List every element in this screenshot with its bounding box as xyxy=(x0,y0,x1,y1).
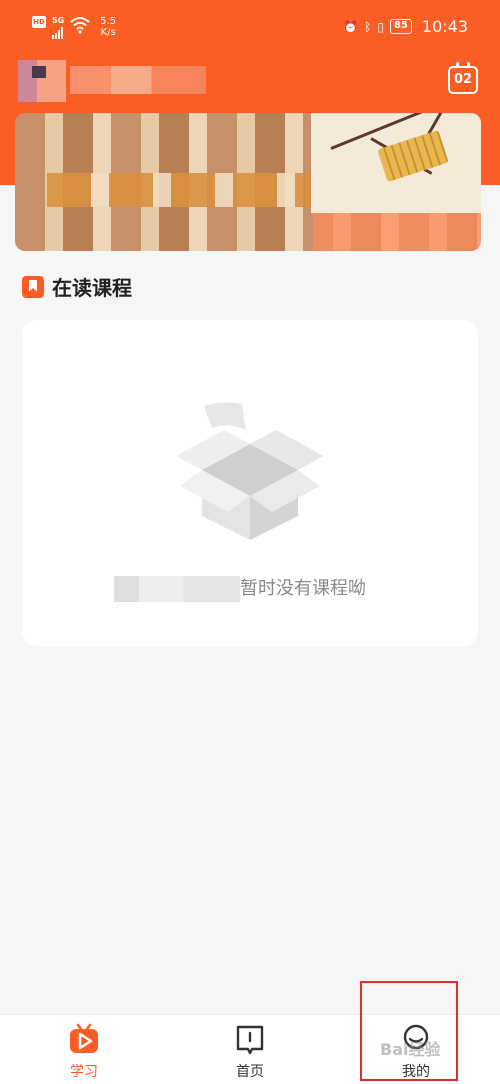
annotation-highlight-box xyxy=(360,981,458,1081)
status-right: ⏰ ᛒ ▯ 85 10:43 xyxy=(343,17,468,36)
section-title: 在读课程 xyxy=(52,276,132,300)
banner-pixelated-content xyxy=(47,173,327,207)
profile-name-pixelated[interactable] xyxy=(70,66,206,94)
section-header: 在读课程 xyxy=(22,272,132,301)
bluetooth-icon: ᛒ xyxy=(364,19,372,34)
cellular-signal: 5G xyxy=(52,16,64,39)
tab-home-label: 首页 xyxy=(236,1064,264,1080)
alarm-icon: ⏰ xyxy=(343,19,359,34)
network-speed-unit: K/s xyxy=(100,27,116,38)
tab-study[interactable]: 学习 xyxy=(34,1023,134,1081)
tab-home[interactable]: 首页 xyxy=(200,1023,300,1081)
empty-box-icon xyxy=(176,402,324,540)
book-icon xyxy=(236,1025,264,1055)
empty-message-pixelated xyxy=(114,576,240,602)
calendar-checkin-button[interactable]: 02 xyxy=(448,62,478,94)
signal-bars-icon xyxy=(52,25,64,39)
tv-play-icon xyxy=(70,1023,98,1053)
banner-illustration xyxy=(311,113,481,213)
courses-empty-card: 暂时没有课程呦 xyxy=(22,320,478,646)
promo-banner[interactable] xyxy=(15,113,481,251)
battery-indicator: 85 xyxy=(389,19,412,34)
empty-message: 暂时没有课程呦 xyxy=(240,578,366,599)
network-type: 5G xyxy=(52,16,65,25)
wifi-icon xyxy=(70,17,90,34)
status-time: 10:43 xyxy=(421,17,468,36)
profile-avatar[interactable] xyxy=(18,60,66,102)
status-bar: HD 5G 5.5 K/s ⏰ ᛒ ▯ 85 10:43 xyxy=(0,0,500,56)
network-speed-value: 5.5 xyxy=(100,16,117,27)
bookmark-icon xyxy=(22,275,44,298)
status-left: HD 5G 5.5 K/s xyxy=(32,16,116,39)
network-speed: 5.5 K/s xyxy=(100,16,116,38)
vibrate-icon: ▯ xyxy=(377,19,384,34)
tab-study-label: 学习 xyxy=(70,1064,98,1080)
watermark-logo: Bai经验 xyxy=(380,1040,441,1059)
hd-badge: HD xyxy=(32,16,46,28)
